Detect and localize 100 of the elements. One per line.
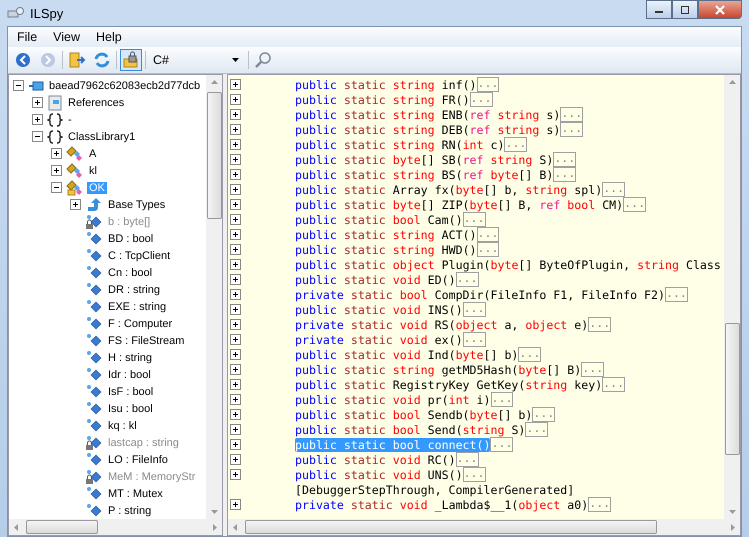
collapsed-body-marker[interactable]: ...: [476, 242, 500, 257]
expand-button[interactable]: [230, 184, 241, 195]
collapsed-body-marker[interactable]: ...: [664, 287, 688, 302]
tree-item[interactable]: Base Types: [106, 198, 168, 210]
expand-button[interactable]: [230, 274, 241, 285]
tree-item[interactable]: DR : string: [106, 284, 162, 296]
collapsed-body-marker[interactable]: ...: [490, 392, 514, 407]
collapse-button[interactable]: [13, 80, 24, 91]
expand-button[interactable]: [230, 94, 241, 105]
menu-item[interactable]: View: [46, 30, 88, 44]
expand-button[interactable]: [230, 169, 241, 180]
collapsed-body-marker[interactable]: ...: [518, 347, 542, 362]
collapsed-body-marker[interactable]: ...: [456, 272, 479, 287]
collapsed-body-marker[interactable]: ...: [581, 362, 604, 377]
expand-button[interactable]: [230, 199, 241, 210]
language-dropdown[interactable]: C#: [149, 50, 245, 70]
expand-button[interactable]: [230, 334, 241, 345]
expand-button[interactable]: [230, 214, 241, 225]
expand-button[interactable]: [230, 139, 241, 150]
tree-item[interactable]: BD : bool: [106, 232, 156, 244]
expand-button[interactable]: [230, 109, 241, 120]
collapse-button[interactable]: [51, 182, 62, 193]
expand-button[interactable]: [230, 499, 241, 510]
expand-button[interactable]: [32, 97, 43, 108]
tree-item[interactable]: Cn : bool: [106, 266, 154, 278]
collapsed-body-marker[interactable]: ...: [470, 92, 492, 107]
expand-button[interactable]: [230, 124, 241, 135]
expand-button[interactable]: [230, 319, 241, 330]
collapse-button[interactable]: [32, 131, 43, 142]
expand-button[interactable]: [230, 349, 241, 360]
collapsed-body-marker[interactable]: ...: [476, 77, 500, 92]
tree-item[interactable]: b : byte[]: [106, 216, 152, 228]
collapsed-body-marker[interactable]: ...: [553, 152, 576, 167]
minimize-button[interactable]: [646, 0, 672, 19]
collapsed-body-marker[interactable]: ...: [623, 197, 646, 212]
collapsed-body-marker[interactable]: ...: [560, 107, 584, 122]
scrollbar[interactable]: [724, 75, 740, 519]
tree-item[interactable]: C : TcpClient: [106, 250, 172, 262]
collapsed-body-marker[interactable]: ...: [588, 497, 612, 512]
collapsed-body-marker[interactable]: ...: [588, 317, 612, 332]
tree-item[interactable]: F : Computer: [106, 318, 174, 330]
collapsed-body-marker[interactable]: ...: [462, 467, 486, 482]
collapsed-body-marker[interactable]: ...: [553, 167, 576, 182]
expand-button[interactable]: [230, 79, 241, 90]
collapsed-body-marker[interactable]: ...: [462, 302, 486, 317]
menu-item[interactable]: Help: [89, 30, 129, 44]
collapsed-body-marker[interactable]: ...: [476, 227, 500, 242]
tree-item[interactable]: FS : FileStream: [106, 334, 186, 346]
expand-button[interactable]: [230, 454, 241, 465]
tree-item[interactable]: kl: [87, 164, 99, 176]
expand-button[interactable]: [230, 439, 241, 450]
maximize-button[interactable]: [672, 0, 698, 19]
tree-item[interactable]: EXE : string: [106, 300, 168, 312]
tree-item[interactable]: Isu : bool: [106, 402, 155, 414]
expand-button[interactable]: [32, 114, 43, 125]
collapsed-body-marker[interactable]: ...: [456, 452, 479, 467]
tree-item[interactable]: lastcap : string: [106, 436, 181, 448]
expand-button[interactable]: [230, 469, 241, 480]
expand-button[interactable]: [70, 199, 81, 210]
collapsed-body-marker[interactable]: ...: [532, 407, 556, 422]
tree-item[interactable]: ClassLibrary1: [66, 130, 138, 142]
expand-button[interactable]: [230, 259, 241, 270]
tree-item[interactable]: P : string: [106, 504, 154, 516]
expand-button[interactable]: [230, 424, 241, 435]
scrollbar[interactable]: [228, 519, 740, 535]
tree-item[interactable]: LO : FileInfo: [106, 454, 170, 466]
tree-item[interactable]: A: [87, 148, 98, 160]
expand-button[interactable]: [230, 364, 241, 375]
expand-button[interactable]: [230, 289, 241, 300]
tree-item[interactable]: IsF : bool: [106, 386, 156, 398]
scrollbar[interactable]: [9, 519, 222, 535]
expand-button[interactable]: [51, 148, 62, 159]
collapsed-body-marker[interactable]: ...: [602, 182, 626, 197]
collapsed-body-marker[interactable]: ...: [462, 332, 486, 347]
scrollbar[interactable]: [206, 75, 222, 519]
expand-button[interactable]: [230, 394, 241, 405]
tree-item[interactable]: MeM : MemoryStr: [106, 470, 198, 482]
tree-item[interactable]: Idr : bool: [106, 368, 153, 380]
close-button[interactable]: [698, 0, 742, 19]
expand-button[interactable]: [230, 244, 241, 255]
expand-button[interactable]: [230, 409, 241, 420]
tree-item[interactable]: baead7962c62083ecb2d77dcb: [47, 80, 202, 92]
expand-button[interactable]: [51, 165, 62, 176]
expand-button[interactable]: [230, 304, 241, 315]
tree-item[interactable]: -: [66, 114, 74, 126]
collapsed-body-marker[interactable]: ...: [560, 122, 584, 137]
tree-item[interactable]: OK: [87, 182, 107, 194]
expand-button[interactable]: [230, 229, 241, 240]
tree-item[interactable]: MT : Mutex: [106, 488, 165, 500]
tree-item[interactable]: kq : kl: [106, 420, 139, 432]
tree-item[interactable]: H : string: [106, 352, 154, 364]
collapsed-body-marker[interactable]: ...: [504, 137, 528, 152]
tree-item[interactable]: References: [66, 96, 126, 108]
collapsed-body-marker[interactable]: ...: [490, 437, 514, 452]
menu-item[interactable]: File: [10, 30, 44, 44]
collapsed-body-marker[interactable]: ...: [602, 377, 626, 392]
collapsed-body-marker[interactable]: ...: [462, 212, 486, 227]
expand-button[interactable]: [230, 379, 241, 390]
expand-button[interactable]: [230, 154, 241, 165]
lock-toggle-button[interactable]: [120, 49, 142, 71]
